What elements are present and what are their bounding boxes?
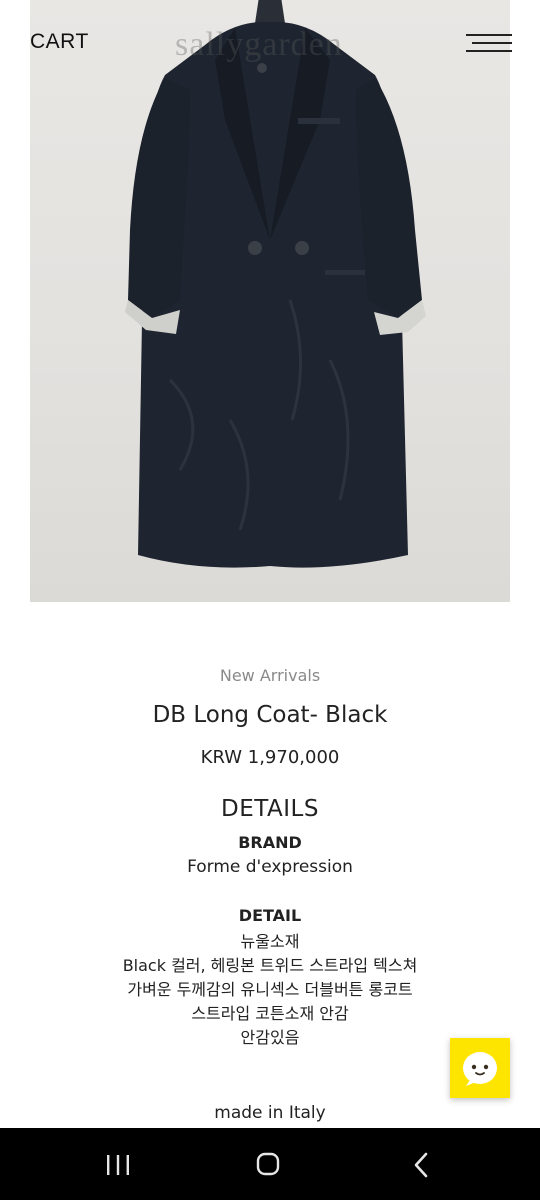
product-title: DB Long Coat- Black xyxy=(152,702,388,728)
kakao-chat-icon xyxy=(463,1052,497,1086)
detail-heading: DETAIL xyxy=(238,906,302,925)
detail-list: 뉴울소재 Black 컬러, 헤링본 트위드 스트라입 텍스쳐 가벼운 두께감의… xyxy=(0,930,540,1050)
hamburger-menu-icon[interactable] xyxy=(464,32,512,54)
kakao-chat-button[interactable] xyxy=(450,1038,510,1098)
details-heading: DETAILS xyxy=(221,796,319,822)
brand-heading: BRAND xyxy=(238,833,302,852)
back-button[interactable] xyxy=(400,1148,440,1182)
brand-value: Forme d'expression xyxy=(187,857,353,877)
detail-line: 가벼운 두께감의 유니섹스 더블버튼 롱코트 xyxy=(127,980,413,999)
category-label[interactable]: New Arrivals xyxy=(0,666,540,685)
detail-line: Black 컬러, 헤링본 트위드 스트라입 텍스쳐 xyxy=(122,956,418,975)
top-bar: CART sallygarden xyxy=(0,0,540,90)
system-nav-bar xyxy=(0,1128,540,1200)
product-price: KRW 1,970,000 xyxy=(200,747,340,768)
coat-image xyxy=(125,0,426,568)
home-icon xyxy=(256,1152,280,1176)
back-icon xyxy=(414,1152,428,1178)
detail-line: 스트라입 코튼소재 안감 xyxy=(191,1004,349,1023)
origin-text: made in Italy xyxy=(214,1103,326,1123)
cart-link[interactable]: CART xyxy=(30,30,89,54)
home-button[interactable] xyxy=(248,1148,288,1182)
product-photo xyxy=(30,0,510,602)
recent-apps-icon xyxy=(107,1155,129,1175)
recent-apps-button[interactable] xyxy=(98,1148,138,1182)
logo[interactable]: sallygarden xyxy=(175,26,343,64)
detail-line: 뉴울소재 xyxy=(240,932,300,951)
